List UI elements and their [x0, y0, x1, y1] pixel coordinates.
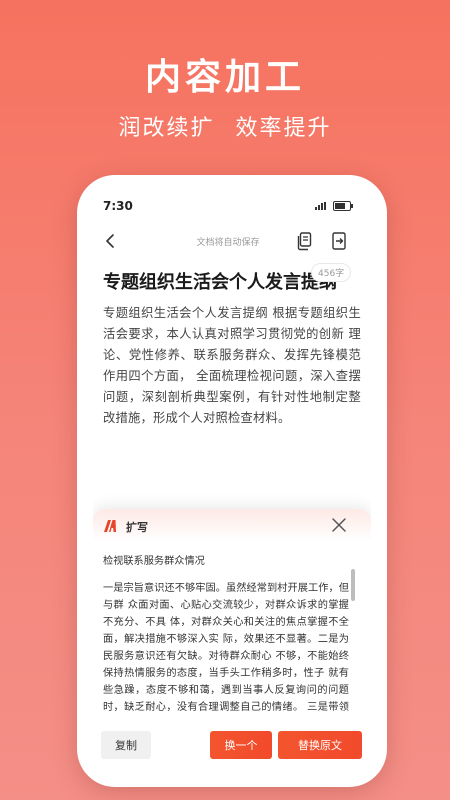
word-count-badge: 456字	[311, 263, 352, 282]
expand-result-text[interactable]: 检视联系服务群众情况 一是宗旨意识还不够牢固。虽然经常到村开展工作，但与群 众面…	[103, 553, 349, 713]
expand-panel-header: 扩写	[93, 509, 371, 541]
close-icon[interactable]	[331, 517, 347, 533]
hero-subtitle: 润改续扩 效率提升	[0, 110, 450, 142]
app-bar: 文档将自动保存	[93, 223, 371, 259]
regenerate-button[interactable]: 换一个	[210, 731, 272, 759]
phone-screen: 7:30 文档将自动保存 专题组织生活会个人发言提纲 456字 专题组织生活会个…	[93, 191, 371, 771]
copy-button[interactable]: 复制	[101, 731, 151, 759]
battery-icon	[333, 201, 353, 211]
hero-subtitle-right: 效率提升	[235, 116, 332, 141]
hero-title: 内容加工	[144, 57, 305, 98]
document-body[interactable]: 专题组织生活会个人发言提纲 根据专题组织生活会要求，本人认真对照学习贯彻党的创新…	[103, 303, 361, 429]
app-logo-icon	[104, 520, 116, 532]
expand-result-heading: 检视联系服务群众情况	[103, 556, 205, 567]
replace-original-button[interactable]: 替换原文	[278, 731, 362, 759]
document-area[interactable]: 专题组织生活会个人发言提纲 456字 专题组织生活会个人发言提纲 根据专题组织生…	[93, 259, 371, 499]
export-icon[interactable]	[330, 231, 348, 251]
phone-frame: 7:30 文档将自动保存 专题组织生活会个人发言提纲 456字 专题组织生活会个…	[77, 175, 387, 787]
expand-scrollbar-thumb[interactable]	[351, 569, 355, 601]
hero-subtitle-left: 润改续扩	[118, 116, 215, 141]
status-time: 7:30	[103, 199, 133, 213]
copy-icon[interactable]	[296, 231, 314, 251]
expand-result-paragraph: 一是宗旨意识还不够牢固。虽然经常到村开展工作，但与群 众面对面、心贴心交流较少，…	[103, 583, 349, 713]
back-arrow-icon[interactable]	[103, 233, 119, 249]
autosave-notice: 文档将自动保存	[196, 238, 260, 248]
expand-panel-title: 扩写	[126, 521, 148, 534]
signal-icon	[315, 202, 329, 210]
status-bar: 7:30	[93, 191, 371, 221]
expand-panel: 扩写 检视联系服务群众情况 一是宗旨意识还不够牢固。虽然经常到村开展工作，但与群…	[93, 509, 371, 771]
expand-scrollbar[interactable]	[351, 569, 355, 709]
